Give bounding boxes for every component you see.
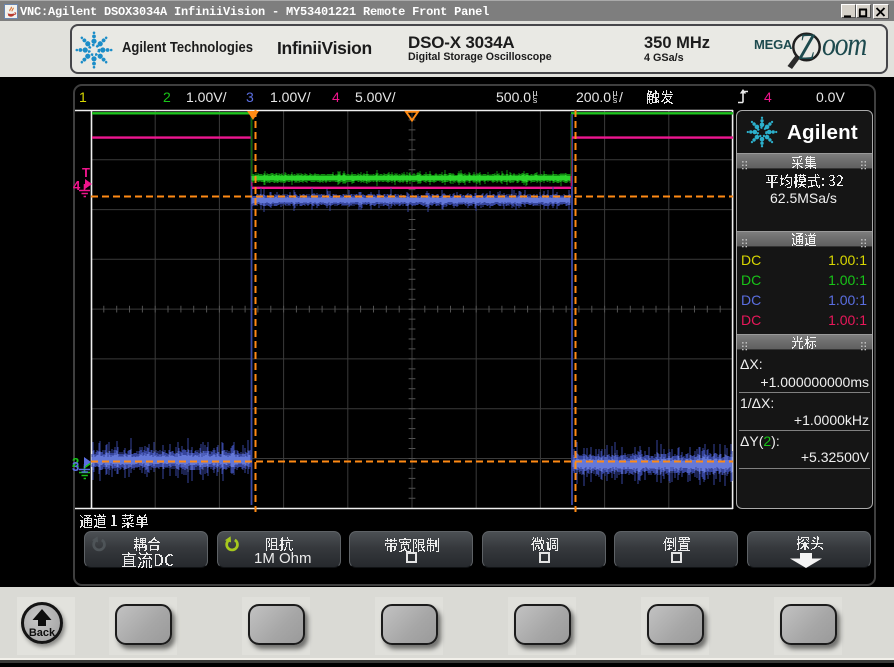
svg-text:T: T xyxy=(82,165,90,180)
svg-text:Z: Z xyxy=(798,27,815,68)
svg-text:oom: oom xyxy=(822,26,866,63)
svg-text:3: 3 xyxy=(72,459,79,474)
svg-text:Back: Back xyxy=(29,627,56,639)
